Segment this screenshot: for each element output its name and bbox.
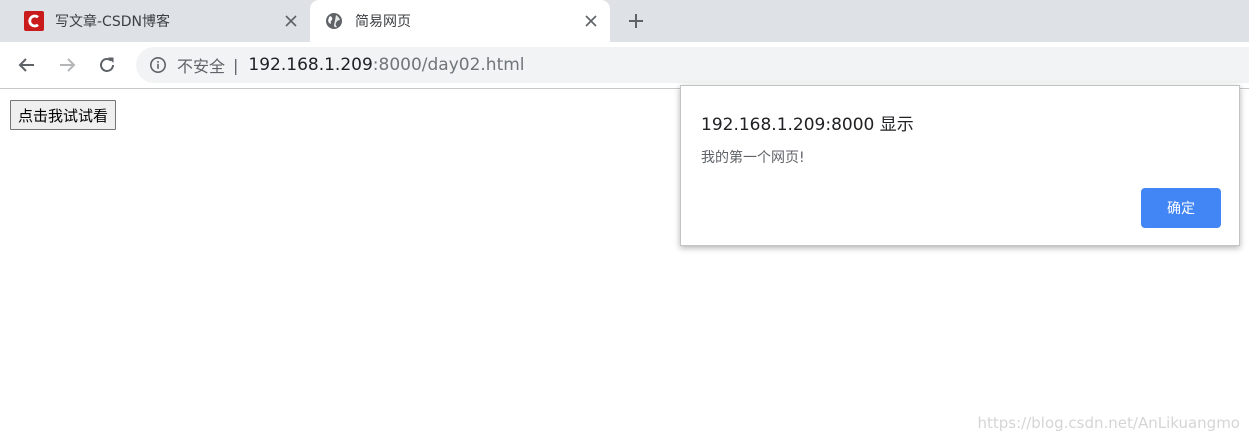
globe-icon (326, 13, 342, 29)
tab-csdn[interactable]: 写文章-CSDN博客 (10, 0, 310, 42)
tab-simple-page[interactable]: 简易网页 (310, 0, 610, 42)
tab-close-icon[interactable] (282, 12, 300, 30)
dialog-origin-title: 192.168.1.209:8000 显示 (701, 115, 914, 135)
url-host: 192.168.1.209 (248, 55, 373, 75)
reload-icon[interactable] (95, 53, 119, 77)
security-separator: | (233, 55, 239, 75)
url-path: :8000/day02.html (372, 55, 525, 75)
address-bar[interactable]: 不安全 | 192.168.1.209:8000/day02.html (136, 47, 1249, 83)
watermark-text: https://blog.csdn.net/AnLikuangmo (977, 414, 1241, 432)
try-me-button[interactable]: 点击我试试看 (10, 100, 117, 130)
new-tab-icon[interactable] (624, 9, 648, 33)
csdn-logo-icon (24, 11, 44, 31)
back-arrow-icon[interactable] (15, 53, 39, 77)
info-icon[interactable] (149, 56, 167, 74)
security-label: 不安全 (177, 57, 226, 76)
dialog-message: 我的第一个网页! (701, 150, 805, 166)
alert-dialog: 192.168.1.209:8000 显示 我的第一个网页! 确定 (680, 85, 1240, 246)
tab-close-icon[interactable] (582, 12, 600, 30)
browser-toolbar: 不安全 | 192.168.1.209:8000/day02.html (0, 42, 1249, 89)
tab-strip: 写文章-CSDN博客 简易网页 (0, 0, 1249, 42)
forward-arrow-icon[interactable] (55, 53, 79, 77)
tab-title: 写文章-CSDN博客 (55, 14, 170, 30)
tab-title: 简易网页 (355, 14, 411, 30)
dialog-ok-button[interactable]: 确定 (1141, 188, 1221, 228)
